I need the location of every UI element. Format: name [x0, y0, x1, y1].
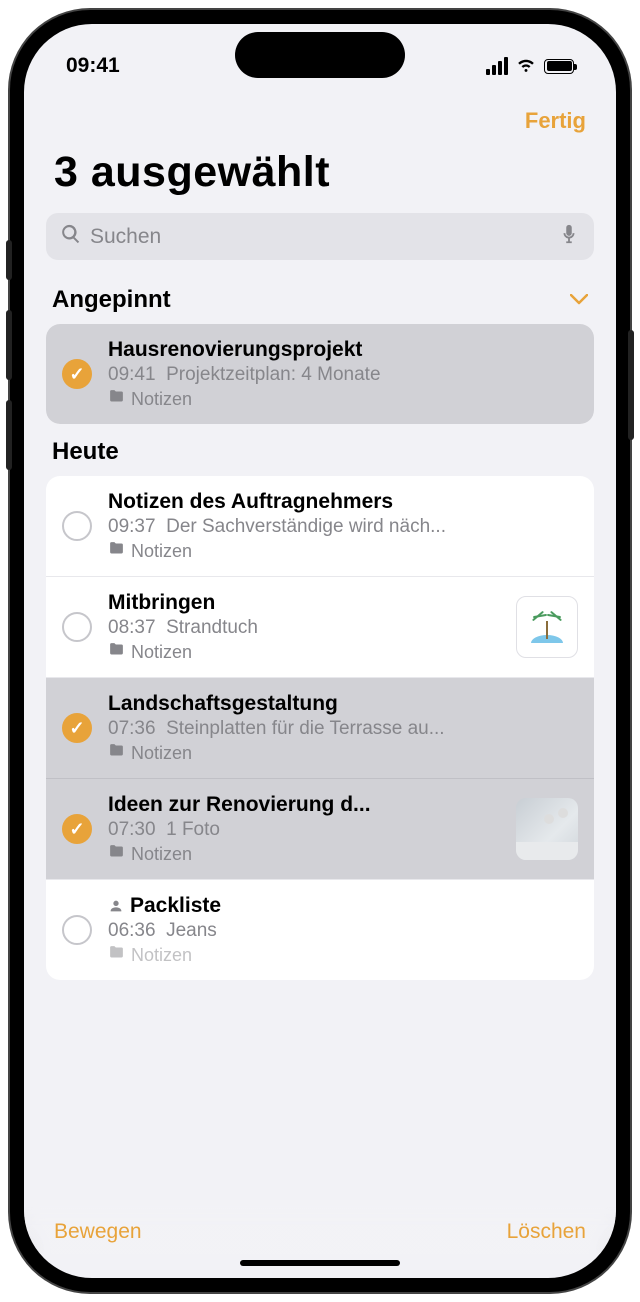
delete-button[interactable]: Löschen	[507, 1220, 586, 1244]
screen: 09:41 Fertig 3 ausgewählt Suchen Angepin…	[24, 24, 616, 1278]
note-thumbnail	[516, 798, 578, 860]
note-subtitle: 09:41 Projektzeitplan: 4 Monate	[108, 364, 578, 386]
note-subtitle: 08:37 Strandtuch	[108, 617, 500, 639]
note-subtitle: 07:36 Steinplatten für die Terrasse au..…	[108, 718, 578, 740]
status-time: 09:41	[66, 54, 120, 78]
folder-icon	[108, 944, 125, 966]
wifi-icon	[515, 52, 537, 80]
note-folder: Notizen	[108, 641, 500, 663]
note-title: Ideen zur Renovierung d...	[108, 793, 500, 817]
note-title: Notizen des Auftragnehmers	[108, 490, 578, 514]
checkbox[interactable]	[62, 359, 92, 389]
note-title: Hausrenovierungsprojekt	[108, 338, 578, 362]
chevron-down-icon[interactable]	[570, 289, 588, 312]
folder-icon	[108, 742, 125, 764]
note-row[interactable]: Landschaftsgestaltung 07:36 Steinplatten…	[46, 678, 594, 779]
note-folder: Notizen	[108, 843, 500, 865]
folder-icon	[108, 540, 125, 562]
folder-icon	[108, 843, 125, 865]
mic-icon[interactable]	[558, 223, 580, 250]
note-subtitle: 09:37 Der Sachverständige wird näch...	[108, 516, 578, 538]
note-row[interactable]: Ideen zur Renovierung d... 07:30 1 Foto …	[46, 778, 594, 880]
section-header-pinned[interactable]: Angepinnt	[24, 272, 616, 324]
section-label: Angepinnt	[52, 286, 171, 314]
battery-icon	[544, 59, 574, 74]
bottom-toolbar: Bewegen Löschen	[24, 1206, 616, 1254]
home-indicator[interactable]	[240, 1260, 400, 1266]
note-folder: Notizen	[108, 944, 578, 966]
checkbox[interactable]	[62, 915, 92, 945]
note-folder: Notizen	[108, 742, 578, 764]
search-placeholder: Suchen	[90, 225, 550, 249]
checkbox[interactable]	[62, 511, 92, 541]
note-title: Landschaftsgestaltung	[108, 692, 578, 716]
section-label: Heute	[52, 438, 119, 466]
cellular-icon	[486, 57, 508, 75]
note-row[interactable]: Notizen des Auftragnehmers 09:37 Der Sac…	[46, 476, 594, 577]
pinned-list: Hausrenovierungsprojekt 09:41 Projektzei…	[46, 324, 594, 424]
nav-bar: Fertig	[24, 90, 616, 142]
checkbox[interactable]	[62, 814, 92, 844]
note-thumbnail	[516, 596, 578, 658]
checkbox[interactable]	[62, 713, 92, 743]
shared-icon	[108, 898, 124, 914]
section-header-today: Heute	[24, 424, 616, 476]
note-title: Packliste	[108, 894, 578, 918]
today-list: Notizen des Auftragnehmers 09:37 Der Sac…	[46, 476, 594, 980]
move-button[interactable]: Bewegen	[54, 1220, 142, 1244]
note-row[interactable]: Mitbringen 08:37 Strandtuch Notizen	[46, 577, 594, 678]
note-subtitle: 07:30 1 Foto	[108, 819, 500, 841]
notes-list[interactable]: Angepinnt Hausrenovierungsprojekt 09:41 …	[24, 272, 616, 1206]
checkbox[interactable]	[62, 612, 92, 642]
note-folder: Notizen	[108, 540, 578, 562]
done-button[interactable]: Fertig	[525, 108, 586, 134]
folder-icon	[108, 641, 125, 663]
folder-icon	[108, 388, 125, 410]
note-row[interactable]: Hausrenovierungsprojekt 09:41 Projektzei…	[46, 324, 594, 424]
note-title: Mitbringen	[108, 591, 500, 615]
page-title: 3 ausgewählt	[24, 142, 616, 213]
search-field[interactable]: Suchen	[46, 213, 594, 260]
note-row[interactable]: Packliste 06:36 Jeans Notizen	[46, 880, 594, 980]
note-subtitle: 06:36 Jeans	[108, 920, 578, 942]
note-folder: Notizen	[108, 388, 578, 410]
search-icon	[60, 223, 82, 250]
